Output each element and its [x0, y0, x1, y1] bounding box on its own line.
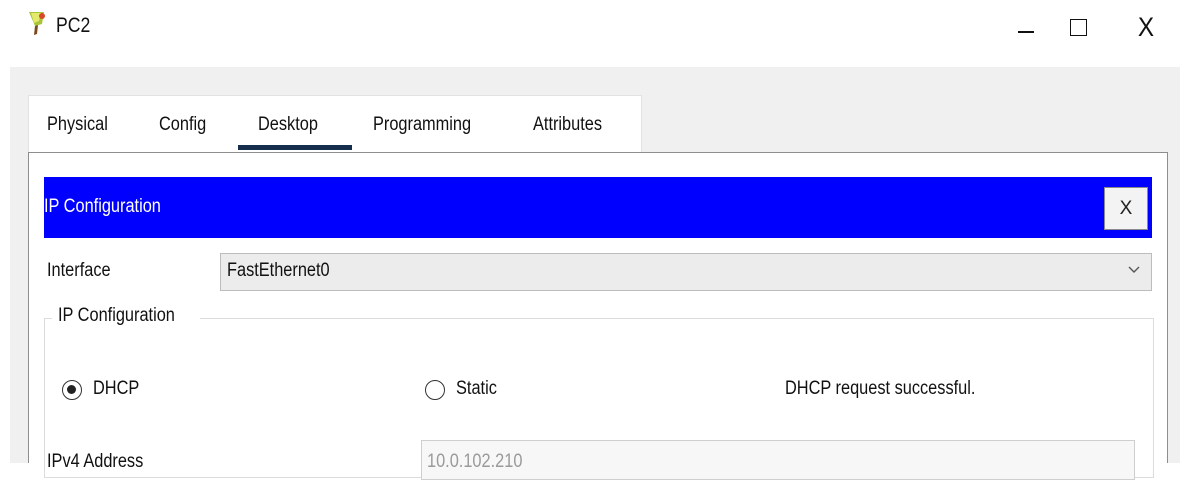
close-icon: X [1137, 11, 1155, 42]
title-bar: PC2 X [0, 0, 1187, 62]
dhcp-label[interactable]: DHCP [93, 378, 139, 400]
tab-desktop[interactable]: Desktop [258, 114, 318, 136]
static-radio[interactable] [425, 380, 445, 400]
static-label[interactable]: Static [456, 378, 497, 400]
ip-configuration-group-title: IP Configuration [52, 305, 200, 327]
interface-value: FastEthernet0 [227, 260, 330, 281]
minimize-button[interactable] [1000, 6, 1052, 48]
minimize-icon [1018, 31, 1034, 33]
ip-configuration-close-button[interactable]: X [1104, 187, 1148, 230]
maximize-icon [1069, 18, 1087, 36]
interface-select[interactable] [220, 253, 1152, 291]
tab-physical[interactable]: Physical [47, 114, 108, 136]
tab-attributes[interactable]: Attributes [533, 114, 602, 136]
tab-programming[interactable]: Programming [373, 114, 471, 136]
close-button[interactable]: X [1120, 6, 1172, 48]
ipv4-address-value: 10.0.102.210 [427, 451, 523, 472]
ip-configuration-header [44, 177, 1152, 238]
dhcp-status-text: DHCP request successful. [785, 378, 976, 399]
active-tab-indicator [238, 145, 352, 150]
window-title: PC2 [56, 14, 91, 37]
ip-configuration-title: IP Configuration [44, 196, 161, 217]
ipv4-address-label: IPv4 Address [47, 451, 144, 472]
interface-label: Interface [47, 260, 111, 281]
maximize-button[interactable] [1052, 6, 1104, 48]
dhcp-radio[interactable] [62, 380, 82, 400]
packet-tracer-pc-icon [29, 12, 45, 35]
ipv4-address-field[interactable] [421, 440, 1135, 480]
tab-config[interactable]: Config [159, 114, 206, 136]
chevron-down-icon [1128, 266, 1140, 273]
